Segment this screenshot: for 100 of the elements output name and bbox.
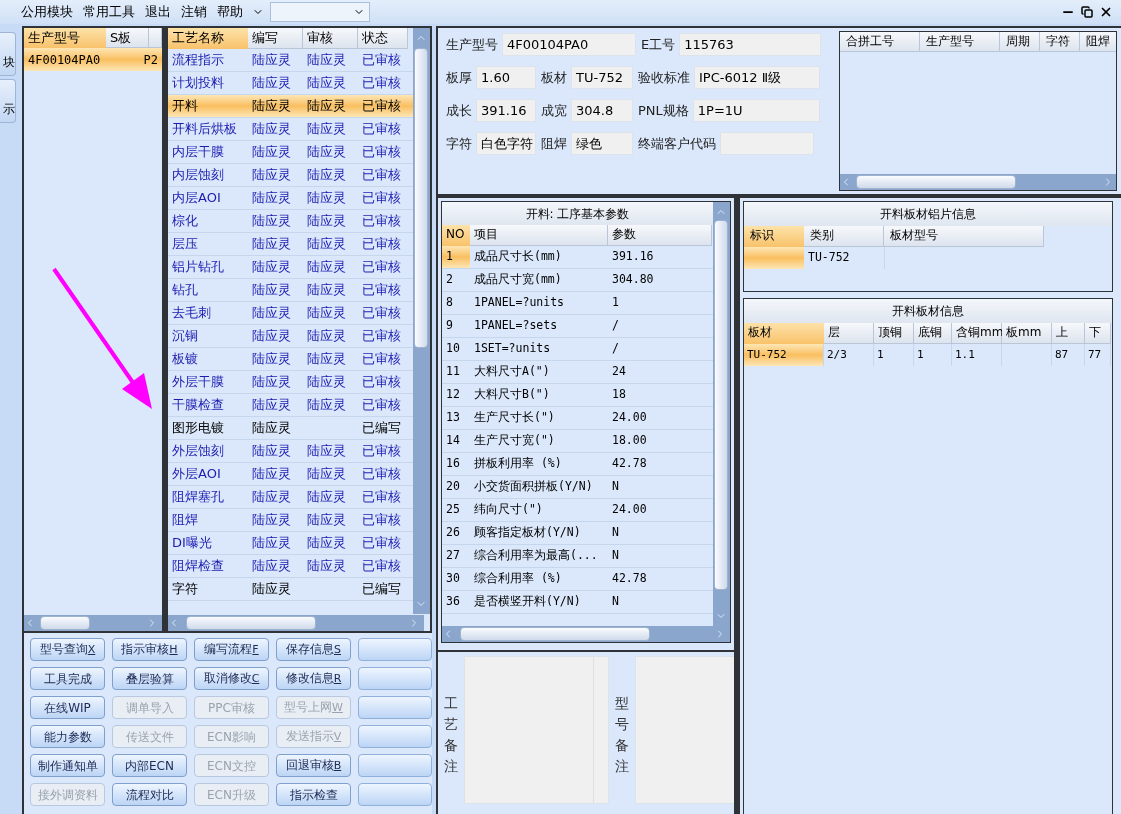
table-row[interactable]: 外层干膜 陆应灵 陆应灵 已审核 (168, 371, 413, 394)
text-field[interactable]: 304.8 (571, 99, 633, 122)
column-header[interactable]: 板材 (744, 323, 824, 344)
table-row[interactable]: 开料 陆应灵 陆应灵 已审核 (168, 95, 413, 118)
blank-button[interactable] (358, 638, 432, 661)
table-row[interactable]: 27 综合利用率为最高(... N (442, 545, 713, 568)
column-header[interactable]: 编写 (248, 28, 303, 49)
action-button[interactable]: 取消修改C (194, 667, 269, 690)
table-row[interactable]: 16 拼板利用率 (%) 42.78 (442, 453, 713, 476)
horizontal-scrollbar[interactable] (442, 626, 730, 642)
table-row[interactable]: 板镀 陆应灵 陆应灵 已审核 (168, 348, 413, 371)
table-row[interactable]: 20 小交货面积拼板(Y/N) N (442, 476, 713, 499)
side-tab[interactable]: 块 (0, 32, 16, 76)
table-row[interactable]: 9 1PANEL=?sets / (442, 315, 713, 338)
vertical-scrollbar[interactable] (713, 202, 730, 626)
menu-item[interactable]: 常用工具 (78, 2, 140, 22)
column-header[interactable]: 板材型号 (884, 226, 1044, 247)
menu-item[interactable]: 注销 (176, 2, 212, 22)
blank-button[interactable] (358, 783, 432, 806)
action-button[interactable]: 型号查询X (30, 638, 105, 661)
column-header[interactable]: 上 (1052, 323, 1085, 344)
text-field[interactable]: 4F00104PA0 (502, 33, 636, 56)
column-header[interactable]: 含铜mm (952, 323, 1002, 344)
column-header[interactable]: 层 (824, 323, 874, 344)
table-row[interactable]: 26 顾客指定板材(Y/N) N (442, 522, 713, 545)
text-field[interactable]: 115763 (679, 33, 822, 56)
column-header[interactable]: 项目 (470, 225, 608, 246)
side-tab[interactable]: 示 (0, 79, 16, 123)
menu-item[interactable]: 退出 (140, 2, 176, 22)
table-row[interactable]: 14 生产尺寸宽(") 18.00 (442, 430, 713, 453)
blank-button[interactable] (358, 667, 432, 690)
action-button[interactable]: 叠层验算 (112, 667, 187, 690)
table-row[interactable]: 8 1PANEL=?units 1 (442, 292, 713, 315)
horizontal-scrollbar[interactable] (168, 615, 424, 631)
table-row[interactable]: 25 纬向尺寸(") 24.00 (442, 499, 713, 522)
table-row[interactable]: 钻孔 陆应灵 陆应灵 已审核 (168, 279, 413, 302)
column-header[interactable]: 合拼工号 (840, 32, 920, 52)
table-row[interactable]: 30 综合利用率 (%) 42.78 (442, 568, 713, 591)
action-button[interactable]: 工具完成 (30, 667, 105, 690)
remark-textarea[interactable] (635, 656, 734, 804)
table-row[interactable]: 13 生产尺寸长(") 24.00 (442, 407, 713, 430)
menu-item[interactable]: 公用模块 (16, 2, 78, 22)
close-icon[interactable] (1099, 5, 1113, 19)
table-row[interactable]: 铝片钻孔 陆应灵 陆应灵 已审核 (168, 256, 413, 279)
table-row[interactable]: 层压 陆应灵 陆应灵 已审核 (168, 233, 413, 256)
column-header[interactable]: 底铜 (914, 323, 952, 344)
column-header[interactable]: 生产型号 (920, 32, 1000, 52)
menu-item[interactable]: 帮助 (212, 2, 248, 22)
vertical-scrollbar[interactable] (413, 28, 430, 614)
column-header[interactable]: 周期 (1000, 32, 1040, 52)
action-button[interactable]: 内部ECN (112, 754, 187, 777)
action-button[interactable]: 指示审核H (112, 638, 187, 661)
table-row[interactable]: 1 成品尺寸长(mm) 391.16 (442, 246, 713, 269)
action-button[interactable]: 编写流程F (194, 638, 269, 661)
table-row[interactable]: 12 大料尺寸B(") 18 (442, 384, 713, 407)
table-row[interactable]: 2 成品尺寸宽(mm) 304.80 (442, 269, 713, 292)
column-header[interactable]: 类别 (804, 226, 884, 247)
column-header[interactable]: 参数 (608, 225, 712, 246)
table-row[interactable]: 图形电镀 陆应灵 已编写 (168, 417, 413, 440)
table-row[interactable]: DI曝光 陆应灵 陆应灵 已审核 (168, 532, 413, 555)
horizontal-scrollbar[interactable] (840, 174, 1116, 190)
table-row[interactable]: TU-752 (744, 247, 1112, 269)
column-header[interactable]: S板 (106, 28, 149, 48)
table-row[interactable]: 去毛刺 陆应灵 陆应灵 已审核 (168, 302, 413, 325)
action-button[interactable]: 保存信息S (276, 638, 351, 661)
table-row[interactable]: 10 1SET=?units / (442, 338, 713, 361)
column-header[interactable]: 阻焊 (1080, 32, 1116, 52)
table-row[interactable]: 开料后烘板 陆应灵 陆应灵 已审核 (168, 118, 413, 141)
text-field[interactable]: 绿色 (571, 132, 633, 155)
action-button[interactable]: 回退审核B (276, 754, 351, 777)
restore-icon[interactable] (1081, 6, 1093, 18)
table-row[interactable]: 干膜检查 陆应灵 陆应灵 已审核 (168, 394, 413, 417)
table-row[interactable]: 11 大料尺寸A(") 24 (442, 361, 713, 384)
column-header[interactable]: 生产型号 (24, 28, 106, 48)
column-header[interactable]: 工艺名称 (168, 28, 248, 49)
column-header[interactable]: 审核 (303, 28, 358, 49)
action-button[interactable]: 能力参数 (30, 725, 105, 748)
action-button[interactable]: 制作通知单 (30, 754, 105, 777)
table-row[interactable]: 外层AOI 陆应灵 陆应灵 已审核 (168, 463, 413, 486)
combo-box[interactable] (270, 2, 370, 22)
action-button[interactable]: 在线WIP (30, 696, 105, 719)
column-header[interactable]: 顶铜 (874, 323, 914, 344)
table-row[interactable]: 阻焊塞孔 陆应灵 陆应灵 已审核 (168, 486, 413, 509)
column-header[interactable]: 下 (1085, 323, 1111, 344)
text-field[interactable]: TU-752 (571, 66, 633, 89)
table-row[interactable]: 4F00104PA0 P2 (24, 48, 162, 71)
table-row[interactable]: 流程指示 陆应灵 陆应灵 已审核 (168, 49, 413, 72)
column-header[interactable]: 板mm (1002, 323, 1052, 344)
table-row[interactable]: 36 是否横竖开料(Y/N) N (442, 591, 713, 614)
blank-button[interactable] (358, 696, 432, 719)
column-header[interactable]: 标识 (744, 226, 804, 247)
text-field[interactable]: 1.60 (476, 66, 536, 89)
remark-textarea[interactable] (464, 656, 609, 804)
table-row[interactable]: 棕化 陆应灵 陆应灵 已审核 (168, 210, 413, 233)
action-button[interactable]: 流程对比 (112, 783, 187, 806)
table-row[interactable]: 阻焊 陆应灵 陆应灵 已审核 (168, 509, 413, 532)
table-row[interactable]: TU-752 2/3 1 1 1.1 87 77 (744, 344, 1112, 366)
table-row[interactable]: 外层蚀刻 陆应灵 陆应灵 已审核 (168, 440, 413, 463)
text-field[interactable]: 白色字符 (476, 132, 536, 155)
text-field[interactable]: 1P=1U (692, 99, 820, 122)
